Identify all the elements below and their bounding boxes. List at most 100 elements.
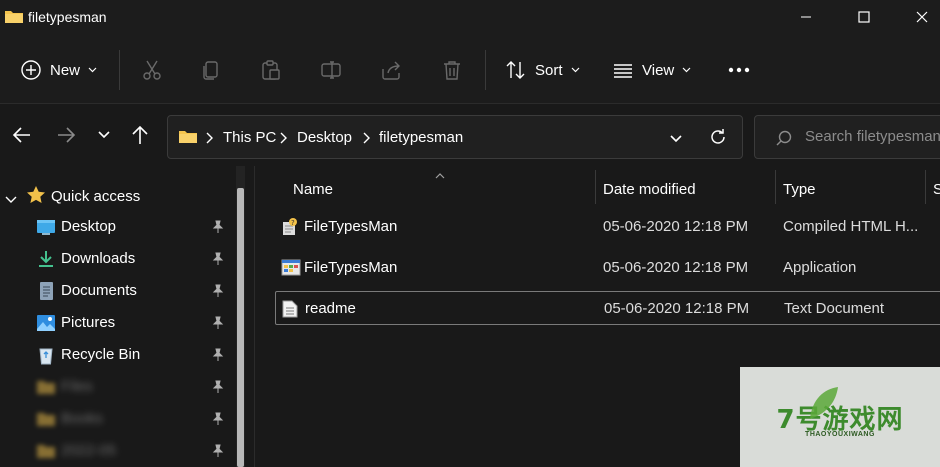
recent-locations-button[interactable] [91,122,117,148]
divider [119,50,120,90]
address-bar[interactable]: This PC Desktop filetypesman [167,115,743,159]
close-button[interactable] [892,0,940,34]
pin-icon[interactable] [212,444,224,462]
sidebar-item-folder[interactable]: 2022-05 [0,436,236,466]
sidebar-item-pictures[interactable]: Pictures [0,308,236,338]
pin-icon[interactable] [212,252,224,270]
minimize-button[interactable] [776,0,836,34]
column-header-name[interactable]: Name [293,170,593,208]
column-header-size[interactable]: S [933,170,940,208]
sidebar-item-recycle-bin[interactable]: Recycle Bin [0,340,236,370]
more-icon [728,67,750,73]
forward-button[interactable] [53,122,79,148]
chevron-down-icon [682,67,691,73]
column-header-label: Name [293,180,334,198]
pin-icon[interactable] [212,284,224,302]
sidebar-item-label: Recycle Bin [61,346,141,363]
column-header-date-modified[interactable]: Date modified [603,170,773,208]
column-divider[interactable] [775,170,776,204]
navigation-pane: Quick access Desktop Downloads Documents [0,166,245,467]
rename-icon [321,61,341,79]
recycle-bin-icon [36,345,56,365]
pictures-icon [36,313,56,333]
sidebar-item-folder[interactable]: Files [0,372,236,402]
chevron-down-icon [98,131,110,139]
pin-icon[interactable] [212,412,224,430]
file-name: readme [305,300,356,317]
plus-circle-icon [21,60,41,80]
address-history-button[interactable] [669,131,683,149]
share-icon [382,61,400,80]
search-icon [775,129,793,152]
text-document-icon [282,300,300,318]
chm-help-icon: ? [281,218,299,236]
folder-icon [4,9,24,30]
sidebar-item-label: Pictures [61,314,116,331]
documents-icon [36,281,56,301]
sort-icon [506,61,525,79]
application-icon [281,259,301,277]
minimize-icon [801,16,811,18]
column-header-label: Type [783,180,816,198]
pin-icon[interactable] [212,380,224,398]
file-date-modified: 05-06-2020 12:18 PM [604,300,750,317]
leaf-icon [810,387,838,419]
star-icon [26,185,46,210]
sidebar-item-label: Files [61,378,93,395]
share-button[interactable] [380,36,402,104]
pin-icon[interactable] [212,316,224,334]
search-input[interactable] [805,128,940,145]
sidebar-item-documents[interactable]: Documents [0,276,236,306]
cut-button[interactable] [141,36,163,104]
column-header-type[interactable]: Type [783,170,923,208]
command-bar: New Sort View [0,36,940,104]
sort-button-label: Sort [535,61,563,79]
breadcrumb-desktop[interactable]: Desktop [297,129,352,146]
paste-button[interactable] [260,36,282,104]
sidebar-item-desktop[interactable]: Desktop [0,212,236,242]
rename-button[interactable] [320,36,342,104]
new-button-label: New [50,61,81,79]
file-row[interactable]: ? FileTypesMan 05-06-2020 12:18 PM Compi… [275,210,940,244]
pin-icon[interactable] [212,348,224,366]
copy-icon [203,61,218,80]
back-button[interactable] [9,122,35,148]
chevron-down-icon [571,67,579,73]
arrow-up-icon [132,125,148,144]
clipboard-icon [262,60,280,80]
view-button-label: View [642,61,675,79]
view-button[interactable]: View [612,36,691,104]
chevron-down-icon[interactable] [5,191,17,209]
watermark-logo: 7号游戏网 THAOYOUXIWANG [740,367,940,467]
breadcrumb-this-pc[interactable]: This PC [223,129,276,146]
file-row[interactable]: FileTypesMan 05-06-2020 12:18 PM Applica… [275,251,940,285]
column-divider[interactable] [925,170,926,204]
more-options-button[interactable] [728,36,750,104]
sidebar-scrollbar-thumb[interactable] [237,188,244,467]
maximize-button[interactable] [834,0,894,34]
file-row[interactable]: readme 05-06-2020 12:18 PM Text Document [275,291,940,325]
up-button[interactable] [127,122,153,148]
file-type: Compiled HTML H... [783,218,919,235]
sidebar-item-label: Downloads [61,250,136,267]
sidebar-item-quick-access[interactable]: Quick access [0,182,236,210]
breadcrumb-filetypesman[interactable]: filetypesman [379,129,463,146]
refresh-button[interactable] [708,127,728,152]
chevron-right-icon [206,131,213,149]
quick-access-label: Quick access [51,188,141,205]
file-name: FileTypesMan [304,218,398,235]
copy-button[interactable] [200,36,222,104]
scissors-icon [143,60,161,80]
delete-button[interactable] [441,36,463,104]
pin-icon[interactable] [212,220,224,238]
new-button[interactable]: New [20,36,97,104]
sidebar-item-downloads[interactable]: Downloads [0,244,236,274]
search-box[interactable] [754,115,940,159]
chevron-down-icon [88,67,97,73]
sidebar-item-folder[interactable]: Books [0,404,236,434]
column-divider[interactable] [595,170,596,204]
arrow-right-icon [58,127,76,143]
watermark-brand: 7号游戏网 [776,404,904,435]
sort-button[interactable]: Sort [505,36,580,104]
trash-icon [444,61,460,80]
